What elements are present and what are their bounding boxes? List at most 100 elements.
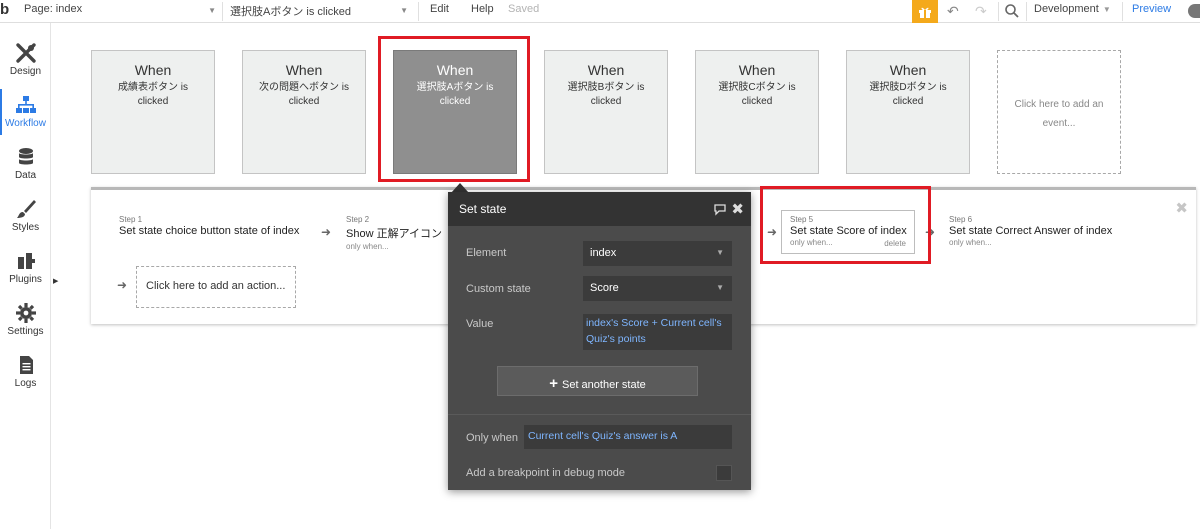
step-number: Step 6	[949, 215, 973, 224]
page-selector-label: Page: index	[24, 3, 83, 15]
divider	[418, 2, 419, 21]
custom-state-value: Score	[590, 282, 619, 294]
step-only-when: only when...	[949, 238, 992, 247]
step-item[interactable]: Step 1 Set state choice button state of …	[119, 215, 299, 237]
step-title: Show 正解アイコン	[346, 228, 443, 240]
event-box[interactable]: When 選択肢Dボタン is clicked	[846, 50, 970, 174]
arrow-right-icon: ➜	[321, 225, 332, 239]
arrow-right-icon: ➜	[117, 278, 128, 292]
divider	[222, 2, 223, 21]
nav-design-label: Design	[9, 66, 42, 77]
event-box[interactable]: When 選択肢Cボタン is clicked	[695, 50, 819, 174]
chevron-down-icon: ▼	[716, 283, 724, 292]
bubble-logo[interactable]: b	[0, 1, 9, 18]
set-another-state-label: Set another state	[561, 379, 646, 391]
custom-state-dropdown[interactable]: Score ▼	[583, 276, 732, 301]
chevron-right-icon[interactable]: ▶	[53, 277, 58, 285]
event-box[interactable]: When 次の問題へボタン is clicked	[242, 50, 366, 174]
highlight-box	[760, 186, 931, 264]
account-icon[interactable]	[1188, 4, 1200, 18]
workflow-icon	[15, 96, 36, 113]
upgrade-button[interactable]	[912, 0, 938, 23]
popup-title: Set state	[459, 202, 507, 216]
plugins-icon	[17, 253, 35, 269]
popup-header: Set state ✖	[448, 192, 751, 226]
nav-data[interactable]: Data	[0, 137, 51, 189]
page-selector[interactable]: Page: index ▼	[24, 3, 220, 19]
breakpoint-checkbox[interactable]	[716, 465, 732, 481]
close-icon[interactable]: ✖	[1175, 199, 1188, 217]
nav-styles[interactable]: Styles	[0, 189, 51, 241]
step-only-when: only when...	[346, 242, 389, 251]
plus-icon: +	[549, 375, 558, 392]
event-when: When	[134, 62, 172, 78]
only-when-input[interactable]: Current cell's Quiz's answer is A	[524, 425, 732, 449]
step-number: Step 1	[119, 215, 143, 224]
step-title: Set state Correct Answer of index	[949, 225, 1113, 237]
event-when: When	[587, 62, 625, 78]
chevron-down-icon: ▼	[400, 6, 408, 15]
undo-icon[interactable]: ↶	[947, 3, 959, 20]
chevron-down-icon: ▼	[716, 248, 724, 257]
nav-styles-label: Styles	[11, 222, 40, 233]
step-item[interactable]: Step 6 Set state Correct Answer of index…	[949, 215, 1112, 247]
help-menu[interactable]: Help	[471, 3, 494, 15]
top-bar: b Page: index ▼ 選択肢Aボタン is clicked ▼ Edi…	[0, 0, 1200, 23]
add-event-label: Click here to add an event...	[1014, 99, 1104, 129]
highlight-box	[378, 36, 530, 182]
nav-settings[interactable]: Settings	[0, 293, 51, 345]
event-when: When	[285, 62, 323, 78]
event-desc: 選択肢Cボタン is clicked	[718, 82, 796, 107]
nav-settings-label: Settings	[7, 326, 44, 337]
event-box[interactable]: When 選択肢Bボタン is clicked	[544, 50, 668, 174]
add-event-box[interactable]: Click here to add an event...	[997, 50, 1121, 174]
value-expression-input[interactable]: index's Score + Current cell's Quiz's po…	[583, 314, 732, 350]
nav-logs-label: Logs	[14, 378, 37, 389]
redo-icon[interactable]: ↷	[975, 3, 987, 20]
event-when: When	[738, 62, 776, 78]
settings-icon	[15, 303, 36, 323]
nav-plugins-label: Plugins	[9, 274, 42, 285]
comment-icon[interactable]	[713, 202, 727, 216]
event-desc: 成績表ボタン is clicked	[118, 82, 188, 107]
search-icon[interactable]	[1004, 2, 1020, 20]
set-another-state-button[interactable]: + Set another state	[497, 366, 698, 396]
event-desc: 選択肢Dボタン is clicked	[869, 82, 947, 107]
event-desc: 次の問題へボタン is clicked	[259, 82, 349, 107]
element-value: index	[590, 247, 617, 259]
step-number: Step 2	[346, 215, 370, 224]
nav-logs[interactable]: Logs	[0, 345, 51, 397]
add-action-button[interactable]: Click here to add an action...	[136, 266, 296, 308]
close-icon[interactable]: ✖	[731, 200, 744, 218]
edit-menu[interactable]: Edit	[430, 3, 449, 15]
workflow-selector[interactable]: 選択肢Aボタン is clicked ▼	[230, 3, 412, 19]
data-icon	[18, 148, 33, 165]
element-dropdown[interactable]: index ▼	[583, 241, 732, 266]
design-icon	[15, 43, 36, 63]
logs-icon	[19, 356, 33, 374]
nav-design[interactable]: Design	[0, 33, 51, 85]
preview-link[interactable]: Preview	[1132, 3, 1171, 15]
gift-icon	[919, 7, 931, 18]
set-state-popup: Set state ✖ Element index ▼ Custom state…	[448, 192, 751, 490]
chevron-down-icon: ▼	[1102, 5, 1111, 14]
styles-icon	[16, 200, 36, 218]
nav-workflow[interactable]: Workflow	[0, 85, 51, 137]
event-when: When	[889, 62, 927, 78]
chevron-down-icon: ▼	[208, 6, 216, 15]
workflow-selector-label: 選択肢Aボタン is clicked	[230, 6, 352, 18]
breakpoint-label: Add a breakpoint in debug mode	[466, 467, 626, 479]
element-label: Element	[466, 247, 507, 259]
custom-state-label: Custom state	[466, 283, 531, 295]
value-label: Value	[466, 318, 494, 330]
step-item[interactable]: Step 2 Show 正解アイコン only when...	[346, 215, 442, 251]
environment-selector[interactable]: Development ▼	[1034, 3, 1111, 15]
nav-data-label: Data	[14, 170, 37, 181]
saved-status: Saved	[508, 3, 540, 15]
divider	[1026, 2, 1027, 21]
divider	[998, 2, 999, 21]
event-box[interactable]: When 成績表ボタン is clicked	[91, 50, 215, 174]
nav-plugins[interactable]: Plugins	[0, 241, 51, 293]
divider	[448, 414, 751, 415]
event-desc: 選択肢Bボタン is clicked	[567, 82, 645, 107]
